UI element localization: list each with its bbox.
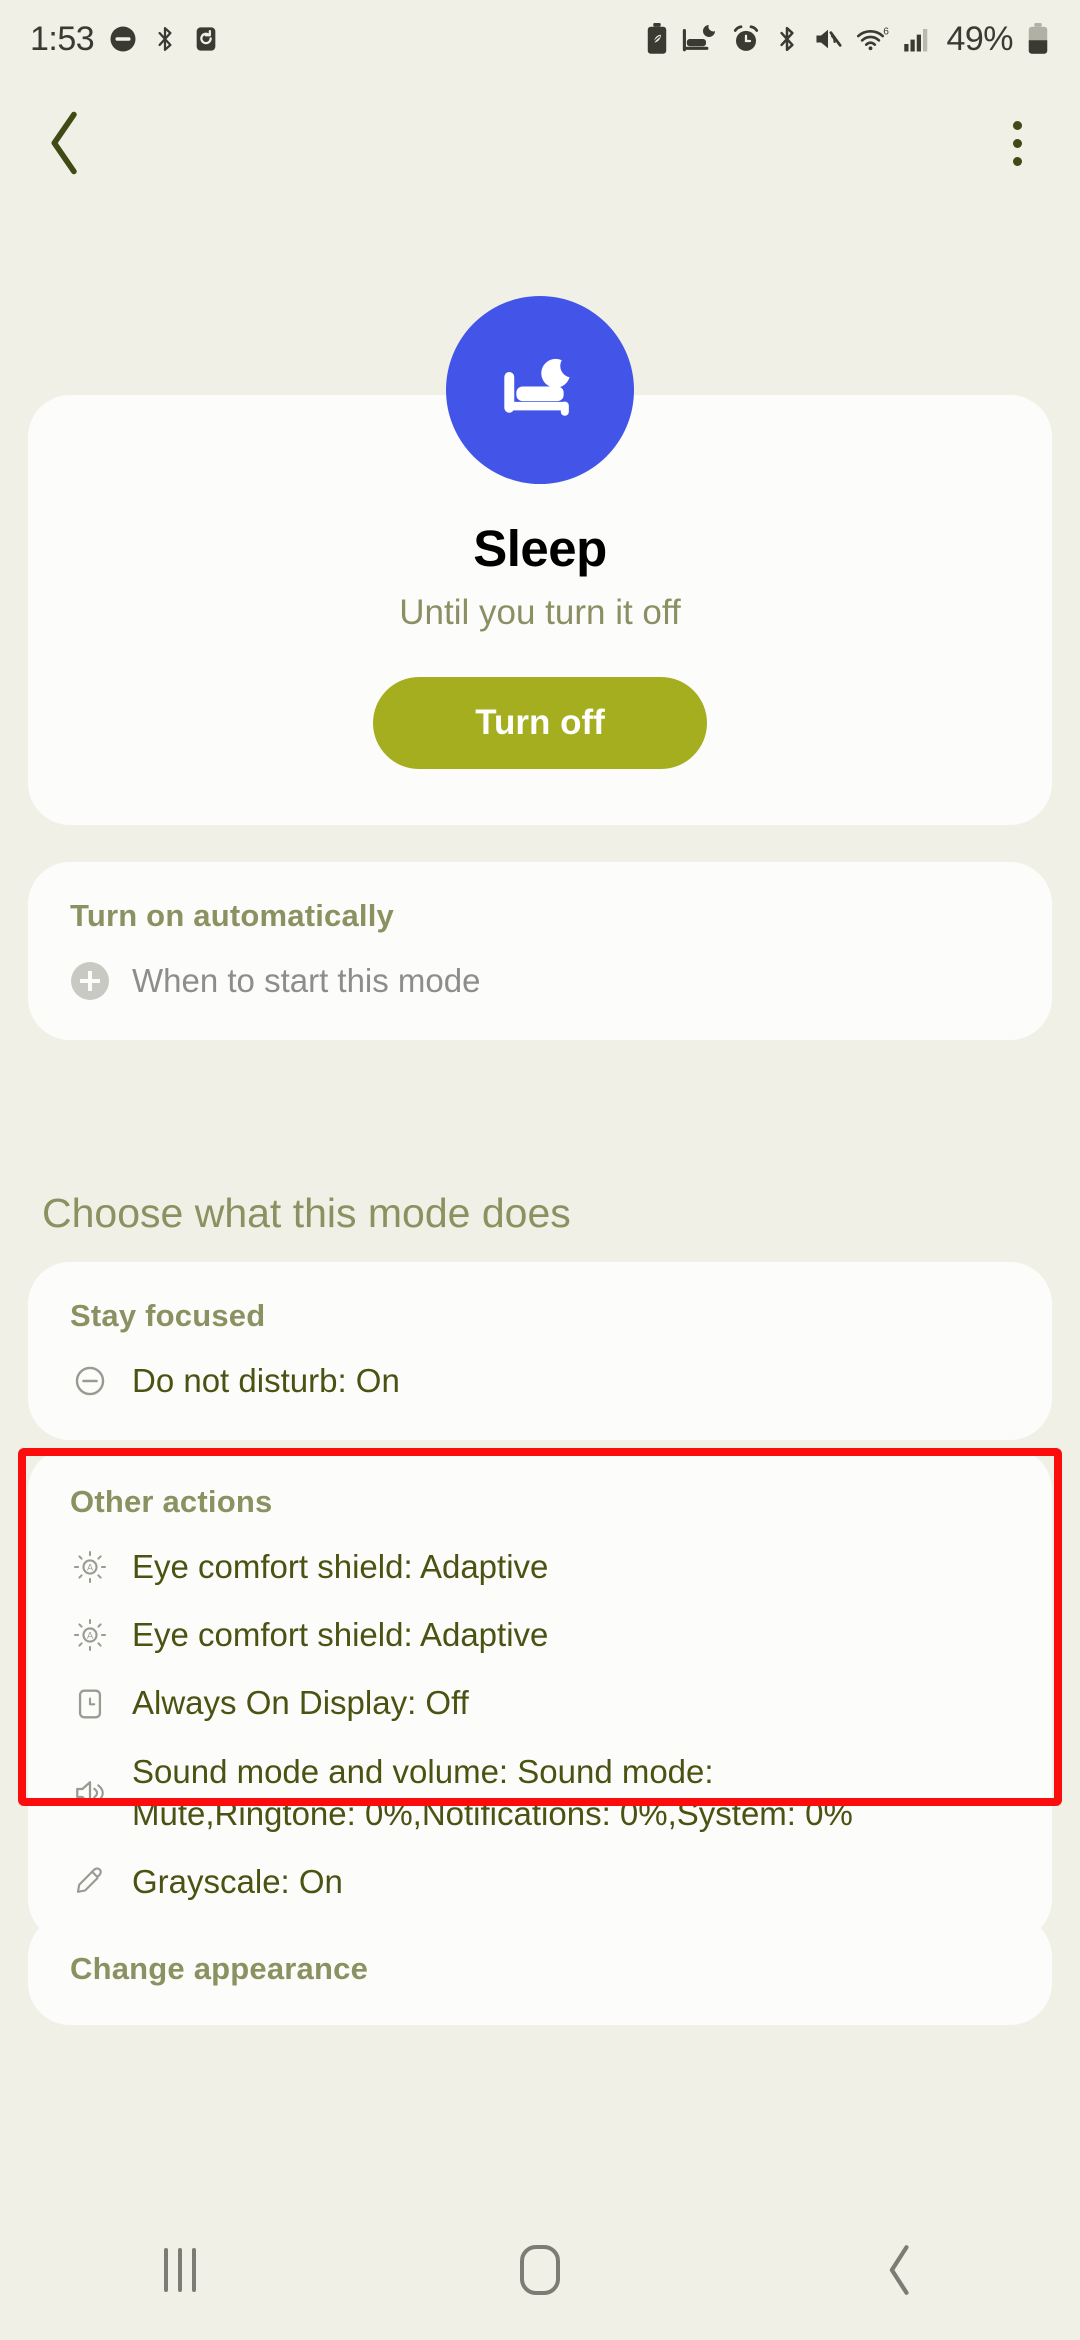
row-label: Sound mode and volume: Sound mode: Mute,… [132,1751,853,1835]
change-appearance-card[interactable]: Change appearance [28,1915,1052,2025]
system-nav-bar [0,2200,1080,2340]
choose-mode-actions-heading: Choose what this mode does [42,1190,571,1236]
wifi6-icon: 6 [856,23,890,55]
row-label: Eye comfort shield: Adaptive [132,1548,549,1585]
turn-off-button[interactable]: Turn off [373,677,707,770]
page-title: Sleep [473,520,607,577]
always-on-display-icon [70,1687,110,1721]
row-label: When to start this mode [132,962,481,999]
mute-icon [813,23,843,55]
grayscale-dropper-icon [70,1865,110,1899]
turn-on-automatically-card: Turn on automatically When to start this… [28,862,1052,1041]
stay-focused-card: Stay focused Do not disturb: On [28,1262,1052,1441]
plus-circle-icon [70,962,110,1001]
eye-comfort-shield-icon: A [70,1550,110,1584]
turn-on-automatically-header: Turn on automatically [70,898,394,933]
more-dot [1012,120,1022,130]
alarm-reset-icon [192,24,220,54]
bluetooth-icon [774,23,800,55]
status-clock: 1:53 [30,19,95,58]
recents-icon [164,2248,196,2292]
sound-line-2: Mute,Ringtone: 0%,Notifications: 0%,Syst… [132,1794,853,1832]
svg-text:A: A [87,1631,94,1641]
back-button[interactable] [825,2225,975,2315]
dnd-icon [108,24,138,54]
alarm-icon [731,23,761,55]
status-bar-left: 1:53 [30,20,220,59]
other-actions-header: Other actions [70,1484,273,1519]
phone-screen: 1:53 6 49% Sleep Until you turn it off T… [0,0,1080,2340]
home-button[interactable] [465,2225,615,2315]
app-top-nav [0,100,1080,190]
row-label: Always On Display: Off [132,1684,469,1722]
row-always-on-display[interactable]: Always On Display: Off [70,1682,1010,1724]
battery-saver-icon [645,23,669,55]
sleep-bed-moon-icon [446,296,634,484]
row-label: Do not disturb: On [132,1362,400,1399]
back-arrow-icon[interactable] [30,108,100,178]
sound-line-1: Sound mode and volume: Sound mode: [132,1752,714,1790]
row-label: Eye comfort shield: Adaptive [132,1616,549,1654]
change-appearance-header: Change appearance [70,1951,369,1986]
signal-icon [903,23,933,55]
status-bar-right: 6 49% [645,20,1050,59]
sound-volume-icon [70,1776,110,1810]
row-do-not-disturb[interactable]: Do not disturb: On [70,1360,1010,1402]
stay-focused-header: Stay focused [70,1298,266,1333]
svg-text:6: 6 [884,26,890,37]
battery-icon [1026,23,1050,55]
row-sound-mode-and-volume[interactable]: Sound mode and volume: Sound mode: Mute,… [70,1751,1010,1835]
more-dot [1012,138,1022,148]
status-bar: 1:53 6 49% [0,0,1080,78]
mode-duration-subtitle: Until you turn it off [399,593,681,633]
row-eye-comfort-shield-1[interactable]: A Eye comfort shield: Adaptive [70,1546,1010,1588]
do-not-disturb-icon [70,1364,110,1398]
row-when-to-start[interactable]: When to start this mode [70,960,1010,1002]
svg-text:A: A [87,1563,94,1573]
recents-button[interactable] [105,2225,255,2315]
home-icon [520,2245,560,2295]
row-eye-comfort-shield-2[interactable]: A Eye comfort shield: Adaptive [70,1614,1010,1656]
row-grayscale[interactable]: Grayscale: On [70,1861,1010,1903]
battery-percent-label: 49% [946,19,1013,58]
more-options-icon[interactable] [982,108,1052,178]
sleep-mode-icon [682,23,718,55]
other-actions-card: Other actions A Eye comfort shield: Adap… [28,1448,1052,1942]
bluetooth-icon [152,24,178,54]
eye-comfort-shield-icon: A [70,1618,110,1652]
more-dot [1012,156,1022,166]
back-chevron-icon [889,2245,909,2295]
row-label: Grayscale: On [132,1863,343,1901]
